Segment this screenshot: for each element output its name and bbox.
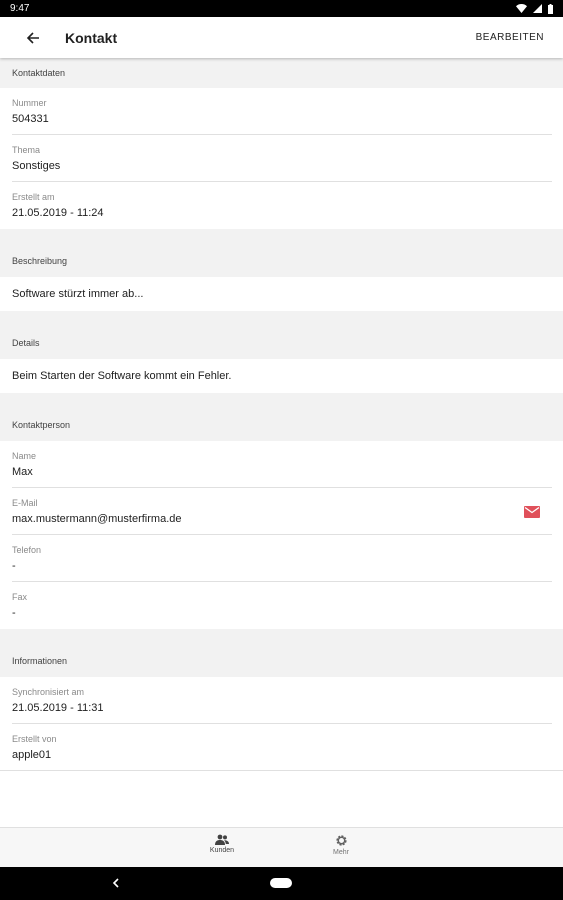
description-text: Software stürzt immer ab... [0, 277, 563, 311]
system-home-button[interactable] [270, 878, 292, 888]
status-bar: 9:47 [0, 0, 563, 17]
people-icon [215, 834, 229, 845]
details-text: Beim Starten der Software kommt ein Fehl… [0, 359, 563, 393]
field-value: 21.05.2019 - 11:31 [12, 702, 104, 714]
system-back-icon[interactable] [108, 875, 124, 891]
field-value: 504331 [12, 113, 49, 125]
nav-item-more[interactable]: Mehr [311, 834, 371, 856]
nav-label: Mehr [333, 849, 349, 856]
status-time: 9:47 [10, 3, 30, 14]
battery-icon [548, 3, 553, 14]
signal-icon [533, 4, 542, 13]
system-nav-bar [0, 867, 563, 900]
field-label: Fax [12, 592, 28, 602]
section-header-contact-person: Kontaktperson [0, 393, 563, 441]
nav-label: Kunden [209, 847, 235, 854]
wifi-icon [516, 4, 527, 13]
field-value: Sonstiges [12, 160, 61, 172]
edit-button[interactable]: BEARBEITEN [476, 32, 544, 43]
section-header-description: Beschreibung [0, 229, 563, 277]
field-synced-at: Synchronisiert am 21.05.2019 - 11:31 [0, 677, 563, 724]
status-icons [516, 3, 553, 14]
field-value: 21.05.2019 - 11:24 [12, 207, 104, 219]
content-scroll[interactable]: Kontaktdaten Nummer 504331 Thema Sonstig… [0, 58, 563, 827]
field-label: Name [12, 451, 37, 461]
page-title: Kontakt [65, 29, 118, 46]
section-header-details: Details [0, 311, 563, 359]
mail-icon[interactable] [524, 506, 540, 518]
field-value: max.mustermann@musterfirma.de [12, 513, 182, 525]
section-header-information: Informationen [0, 629, 563, 677]
section-header-contact-data: Kontaktdaten [0, 58, 563, 88]
field-name: Name Max [0, 441, 563, 488]
field-value: apple01 [12, 749, 52, 761]
field-label: Telefon [12, 545, 42, 555]
field-email: E-Mail max.mustermann@musterfirma.de [0, 488, 563, 535]
field-label: Nummer [12, 98, 47, 108]
arrow-back-icon [26, 31, 39, 44]
field-label: Thema [12, 145, 41, 155]
field-phone: Telefon - [0, 535, 563, 582]
field-fax: Fax - [0, 582, 563, 629]
back-button[interactable] [22, 27, 44, 49]
field-label: E-Mail [12, 498, 38, 508]
field-label: Synchronisiert am [12, 687, 85, 697]
field-created-by: Erstellt von apple01 [0, 724, 563, 771]
field-number: Nummer 504331 [0, 88, 563, 135]
bottom-nav: Kunden Mehr [0, 827, 563, 867]
field-topic: Thema Sonstiges [0, 135, 563, 182]
nav-item-customers[interactable]: Kunden [192, 834, 252, 854]
app-bar: Kontakt BEARBEITEN [0, 17, 563, 58]
divider [0, 770, 563, 771]
gear-icon [335, 835, 347, 846]
field-label: Erstellt von [12, 734, 57, 744]
field-created-at: Erstellt am 21.05.2019 - 11:24 [0, 182, 563, 229]
field-value: Max [12, 466, 33, 478]
field-value: - [12, 607, 16, 619]
field-label: Erstellt am [12, 192, 55, 202]
field-value: - [12, 560, 16, 572]
